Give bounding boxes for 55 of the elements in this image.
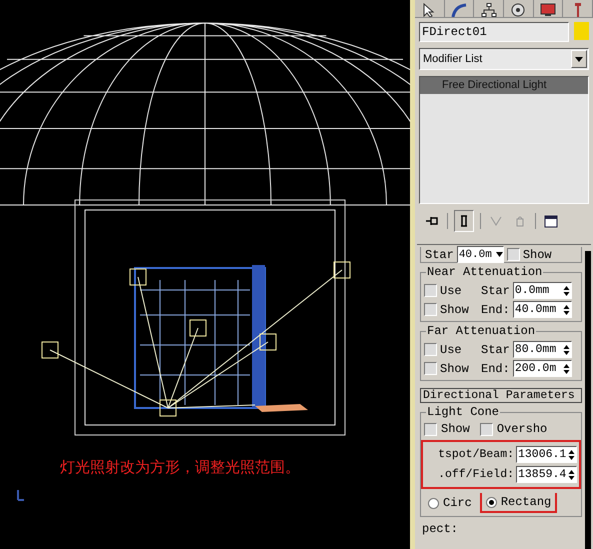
start-spinner[interactable]: 0.0mm bbox=[512, 282, 572, 299]
end-label: End: bbox=[481, 362, 510, 376]
end-spinner[interactable]: 200.0m bbox=[512, 360, 572, 377]
aspect-label: pect: bbox=[421, 522, 460, 536]
arc-icon[interactable] bbox=[444, 0, 474, 18]
end-spinner[interactable]: 40.0mm bbox=[512, 301, 572, 318]
start-label: Star bbox=[425, 248, 454, 262]
modifier-list-dropdown[interactable]: Modifier List bbox=[419, 48, 589, 70]
stack-item[interactable]: Free Directional Light bbox=[420, 77, 588, 94]
option-label: Show bbox=[441, 422, 470, 436]
show-label: Show bbox=[440, 302, 470, 316]
hammer-icon[interactable] bbox=[563, 0, 593, 18]
object-name-field[interactable]: FDirect01 bbox=[419, 22, 569, 42]
annotation-text: 灯光照射改为方形，调整光照范围。 bbox=[60, 458, 300, 477]
value-spinner[interactable]: 13859.4 bbox=[516, 466, 577, 483]
spinner-arrows-icon[interactable] bbox=[568, 468, 575, 480]
caret-icon[interactable] bbox=[575, 56, 583, 62]
spinner-label: .off/Field: bbox=[438, 468, 514, 481]
axis-gizmo-icon bbox=[17, 489, 25, 501]
spinner-arrows-icon[interactable] bbox=[562, 344, 570, 356]
object-color-swatch[interactable] bbox=[574, 22, 589, 40]
spinner-label: tspot/Beam: bbox=[438, 448, 514, 461]
spinner-arrows-icon[interactable] bbox=[562, 284, 570, 296]
caret-icon[interactable] bbox=[496, 252, 503, 257]
value-spinner[interactable]: 13006.1 bbox=[516, 446, 577, 463]
use-label: Use bbox=[440, 342, 463, 356]
show-checkbox[interactable] bbox=[506, 248, 520, 261]
spinner-arrows-icon[interactable] bbox=[562, 362, 570, 374]
option-checkbox[interactable] bbox=[480, 422, 493, 436]
use-label: Use bbox=[440, 284, 463, 298]
end-label: End: bbox=[481, 302, 510, 316]
rollout-title-button[interactable]: Directional Parameters bbox=[420, 388, 582, 403]
option-checkbox[interactable] bbox=[424, 422, 437, 436]
show-checkbox[interactable] bbox=[424, 362, 437, 375]
spinner-arrows-icon[interactable] bbox=[562, 304, 570, 316]
show-checkbox[interactable] bbox=[424, 303, 437, 316]
use-checkbox[interactable] bbox=[424, 284, 437, 297]
start-spinner[interactable]: 80.0mm bbox=[512, 341, 572, 358]
start-label: Star bbox=[481, 342, 510, 356]
use-checkbox[interactable] bbox=[424, 343, 437, 356]
scrollbar[interactable] bbox=[585, 251, 591, 549]
shape-radio[interactable]: Circ bbox=[424, 494, 476, 512]
start-spinner[interactable]: 40.0m bbox=[456, 246, 504, 263]
cursor-icon[interactable] bbox=[415, 0, 445, 18]
show-label: Show bbox=[440, 362, 470, 376]
show-label: Show bbox=[522, 248, 552, 262]
hierarchy-icon[interactable] bbox=[474, 0, 504, 18]
option-label: Oversho bbox=[496, 422, 548, 436]
bar-icon[interactable] bbox=[454, 210, 474, 232]
group-title: Light Cone bbox=[426, 405, 500, 419]
shape-radio[interactable]: Rectang bbox=[480, 493, 558, 513]
spinner-arrows-icon[interactable] bbox=[568, 448, 575, 460]
start-label: Star bbox=[481, 284, 510, 298]
monitor-icon[interactable] bbox=[534, 0, 564, 18]
wheel-icon[interactable] bbox=[504, 0, 534, 18]
